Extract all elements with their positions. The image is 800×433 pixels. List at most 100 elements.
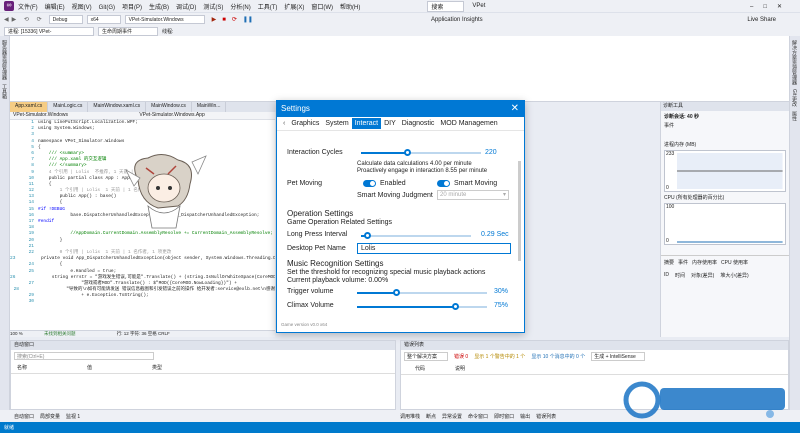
engage-text: Proactively engage in interaction 8.55 p… xyxy=(357,168,488,174)
settings-tab[interactable]: DIY xyxy=(381,118,399,129)
menu-item[interactable]: 视图(V) xyxy=(72,5,92,11)
search-box[interactable]: 搜索 xyxy=(427,0,465,12)
app-insights-button[interactable]: Application Insights xyxy=(431,17,483,23)
document-tab[interactable]: MainWindow.cs xyxy=(146,102,192,112)
menu-item[interactable]: 项目(P) xyxy=(122,5,142,11)
thread-label: 线程: xyxy=(162,28,174,35)
scope-select[interactable]: 整个解决方案 xyxy=(404,352,449,361)
settings-tab[interactable]: MOD Managemen xyxy=(437,118,500,129)
document-tab[interactable]: MainLogic.cs xyxy=(48,102,89,112)
diagnostics-tabs: 摘要 事件 内存使用率 CPU 使用率 xyxy=(661,255,789,269)
settings-tab[interactable]: System xyxy=(322,118,351,129)
menu-item[interactable]: 扩展(X) xyxy=(284,5,304,11)
window-controls[interactable]: –□✕ xyxy=(750,3,792,10)
line-text: namespace VPet_Simulator.Windows xyxy=(38,138,125,144)
warnings-filter[interactable]: 显示 1 个警告中的 1 个 xyxy=(474,353,525,360)
nav-class[interactable]: VPet-Simulator.Windows.App xyxy=(139,112,204,118)
close-icon[interactable]: ✕ xyxy=(511,101,519,117)
menu-item[interactable]: Git(G) xyxy=(99,5,115,11)
diagnostics-tab[interactable]: CPU 使用率 xyxy=(721,259,748,266)
solution-explorer-tab[interactable]: 解决方案资源管理器 xyxy=(791,40,798,85)
line-text: + e.Exception.ToString(); xyxy=(38,293,149,299)
menu-item[interactable]: 文件(F) xyxy=(18,5,38,11)
diagnostics-column-header[interactable]: 时间 xyxy=(675,272,685,279)
pet-moving-toggle[interactable] xyxy=(363,180,376,187)
autos-column-header[interactable]: 名称 xyxy=(17,364,27,371)
git-changes-tab[interactable]: Git 更改 xyxy=(791,89,798,107)
menu-item[interactable]: 工具(T) xyxy=(258,5,278,11)
autos-search-input[interactable]: 搜索(Ctrl+E) xyxy=(14,352,154,360)
settings-tab[interactable]: Interact xyxy=(351,118,382,129)
bottom-tab[interactable]: 断点 xyxy=(426,413,436,420)
bottom-tab[interactable]: 命令窗口 xyxy=(468,413,488,420)
interaction-cycles-slider[interactable] xyxy=(361,149,481,156)
bottom-tab[interactable]: 即时窗口 xyxy=(494,413,514,420)
menu-item[interactable]: 编辑(E) xyxy=(45,5,65,11)
bottom-tab[interactable]: 监视 1 xyxy=(66,413,80,420)
cpu-bottom: 0 xyxy=(666,238,669,244)
messages-filter[interactable]: 显示 10 个消息中的 0 个 xyxy=(531,353,585,360)
bottom-tab[interactable]: 调用堆栈 xyxy=(400,413,420,420)
issues-status: 未找到相关问题 xyxy=(44,331,76,336)
climax-slider[interactable] xyxy=(357,303,487,310)
menu-item[interactable]: 生成(B) xyxy=(149,5,169,11)
memory-label: 进程内存 (MB) xyxy=(664,142,697,148)
diagnostics-tab[interactable]: 摘要 xyxy=(664,259,674,266)
trigger-slider[interactable] xyxy=(357,289,487,296)
menu-item[interactable]: 分析(N) xyxy=(230,5,250,11)
document-tab[interactable]: MainWindow.xaml.cs xyxy=(88,102,147,112)
nav-buttons[interactable]: ◀▶ ⟲ ⟳ xyxy=(4,16,45,23)
desktop-pet-mascot[interactable] xyxy=(118,150,208,230)
long-press-slider[interactable] xyxy=(361,232,471,239)
settings-tab[interactable]: Graphics xyxy=(288,118,322,129)
bottom-tab[interactable]: 错误列表 xyxy=(536,413,556,420)
error-column-header[interactable]: 代码 xyxy=(415,365,425,372)
error-column-header[interactable]: 说明 xyxy=(455,365,465,372)
continue-icon[interactable]: ▶ xyxy=(212,16,217,23)
menu-item[interactable]: 窗口(W) xyxy=(311,5,333,11)
diagnostics-tab[interactable]: 内存使用率 xyxy=(692,259,717,266)
settings-scrollbar[interactable] xyxy=(518,161,521,261)
process-select[interactable]: 进程: [15336] VPet-Simulator.Windows xyxy=(4,26,94,43)
menu-item[interactable]: 测试(S) xyxy=(203,5,223,11)
menu-item[interactable]: 调试(D) xyxy=(176,5,196,11)
errors-filter[interactable]: 错误 0 xyxy=(454,353,468,360)
document-tab[interactable]: App.xaml.cs xyxy=(10,102,49,112)
lifecycle-select[interactable]: 生命周期事件 xyxy=(98,26,158,36)
bottom-tab[interactable]: 异常设置 xyxy=(442,413,462,420)
editor-nav-bar: VPet-Simulator.Windows VPet-Simulator.Wi… xyxy=(10,112,275,120)
live-share-button[interactable]: Live Share xyxy=(747,17,776,23)
document-tabs: App.xaml.cs MainLogic.cs MainWindow.xaml.c… xyxy=(10,102,280,112)
settings-tab[interactable]: Diagnostic xyxy=(399,118,438,129)
tabs-left-arrow-icon[interactable]: ‹ xyxy=(280,118,288,129)
build-filter[interactable]: 生成 + IntelliSense xyxy=(591,352,645,361)
smart-moving-toggle[interactable] xyxy=(437,180,450,187)
diagnostics-column-header[interactable]: 堆大小(差异) xyxy=(720,272,748,279)
pause-icon[interactable]: ❚❚ xyxy=(243,16,253,23)
server-explorer-tab[interactable]: 服务器资源管理器 xyxy=(1,40,8,80)
platform-select[interactable]: x64 xyxy=(86,15,121,24)
properties-tab[interactable]: 属性 xyxy=(791,111,798,121)
music-settings-subtitle: Set the threshold for recognizing specia… xyxy=(287,269,486,276)
config-select[interactable]: Debug xyxy=(48,15,83,24)
diagnostics-column-header[interactable]: 对象(差异) xyxy=(691,272,714,279)
nav-project[interactable]: VPet-Simulator.Windows xyxy=(13,112,68,118)
bottom-tab[interactable]: 自动窗口 xyxy=(14,413,34,420)
bottom-tab[interactable]: 输出 xyxy=(520,413,530,420)
startup-project-select[interactable]: VPet-Simulator.Windows xyxy=(124,15,205,24)
document-tab[interactable]: MainWin... xyxy=(192,102,227,112)
pet-name-input[interactable]: Lolis xyxy=(357,243,511,254)
stop-icon[interactable]: ■ xyxy=(222,17,226,23)
autos-column-header[interactable]: 类型 xyxy=(152,364,162,371)
toolbox-tab[interactable]: 工具箱 xyxy=(1,84,8,99)
toolbar: ◀▶ ⟲ ⟳ Debug x64 VPet-Simulator.Windows … xyxy=(0,12,800,26)
menu-item[interactable]: 帮助(H) xyxy=(340,5,360,11)
autos-column-header[interactable]: 值 xyxy=(87,364,92,371)
restart-icon[interactable]: ⟳ xyxy=(232,16,237,23)
diagnostics-tab[interactable]: 事件 xyxy=(678,259,688,266)
bottom-tab[interactable]: 局部变量 xyxy=(40,413,60,420)
settings-window: Settings ✕ ‹ Graphics System Interact DIY Di… xyxy=(276,100,525,333)
diagnostics-column-header[interactable]: ID xyxy=(664,272,669,279)
zoom-level[interactable]: 100 % xyxy=(10,331,23,336)
judgment-select[interactable]: 20 minute ▾ xyxy=(437,190,509,200)
